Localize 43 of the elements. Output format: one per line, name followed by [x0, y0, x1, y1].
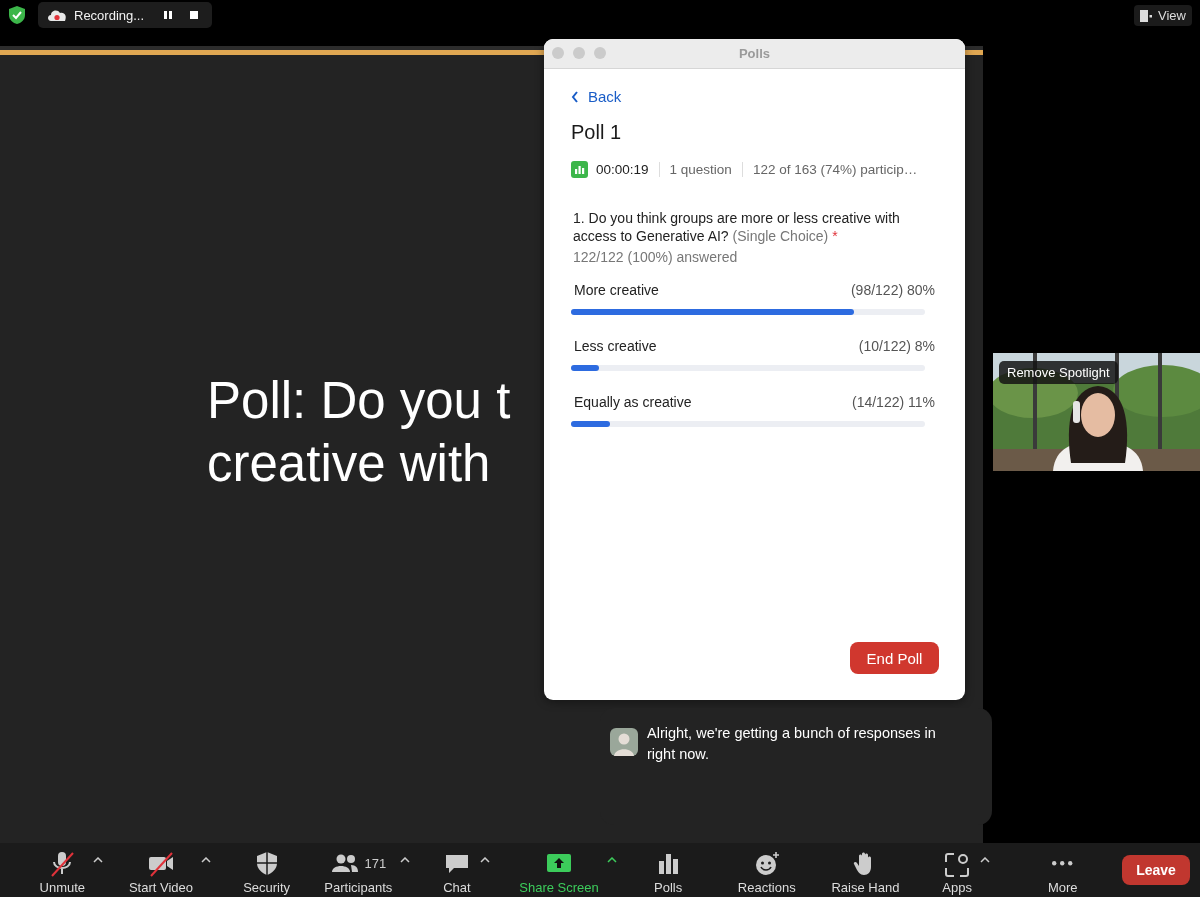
toolbar-button[interactable]: Chat — [435, 845, 478, 895]
layout-icon — [1140, 9, 1153, 22]
participation-summary: 122 of 163 (74%) particip… — [741, 162, 918, 177]
toolbar-button[interactable]: Unmute — [33, 845, 92, 895]
poll-title: Poll 1 — [571, 121, 623, 144]
toolbar-button[interactable]: 171 Participants — [318, 845, 399, 895]
bar-chart-icon — [571, 161, 588, 178]
option-result: (10/122) 8% — [858, 338, 935, 354]
more-icon — [1052, 860, 1074, 866]
question-count: 1 question — [658, 162, 732, 177]
stop-icon — [189, 10, 200, 20]
toolbar-button[interactable]: Share Screen — [513, 845, 605, 895]
chevron-left-icon — [571, 90, 579, 103]
leave-button[interactable]: Leave — [1122, 855, 1191, 885]
slide-text: creative with — [207, 434, 492, 494]
toolbar-button[interactable]: Apps — [936, 845, 979, 895]
pause-icon — [163, 10, 174, 20]
window-title: Polls — [738, 46, 771, 61]
toolbar-button[interactable]: Reactions — [731, 845, 802, 895]
option-result: (14/122) 11% — [852, 394, 935, 410]
remove-spotlight-button[interactable]: Remove Spotlight — [999, 361, 1118, 384]
toolbar-button[interactable]: Polls — [647, 845, 690, 895]
recording-label: Recording... — [74, 7, 145, 23]
toolbar-button[interactable]: More — [1041, 845, 1084, 895]
view-button[interactable]: View — [1134, 5, 1192, 26]
option-result: (98/122) 80% — [850, 282, 935, 298]
end-poll-button[interactable]: End Poll — [850, 642, 939, 674]
toolbar-button[interactable]: Security — [237, 845, 297, 895]
poll-timer: 00:00:19 — [596, 162, 649, 177]
back-link[interactable]: Back — [571, 88, 622, 105]
toolbar-button[interactable]: Raise Hand — [825, 845, 906, 895]
avatar — [610, 728, 638, 756]
participant-count: 171 — [364, 856, 387, 871]
option-label: Less creative — [574, 338, 657, 354]
slide-text: Poll: Do you t — [207, 371, 511, 431]
caption-text: Alright, we're getting a bunch of responses in right now. — [647, 724, 937, 764]
answered-count: 122/122 (100%) answered — [572, 249, 739, 265]
option-label: More creative — [574, 282, 659, 298]
toolbar-button[interactable]: Start Video — [122, 845, 200, 895]
question-text: 1. Do you think groups are more or less creative with access to Generative AI? (Single Choice) * — [572, 209, 901, 245]
cloud-recording-icon — [46, 8, 68, 22]
option-label: Equally as creative — [574, 394, 692, 410]
shield-check-icon — [8, 5, 26, 25]
